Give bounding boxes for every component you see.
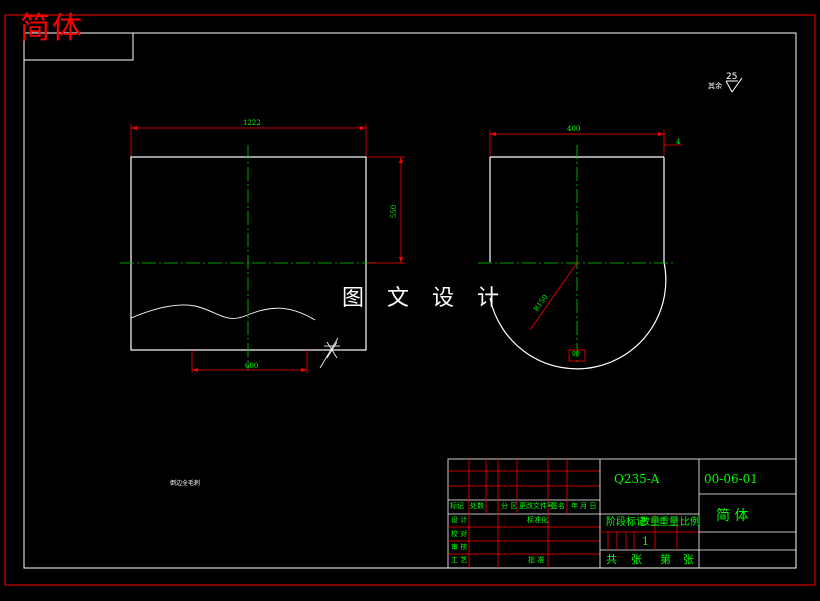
radius-leader [529, 262, 578, 331]
sheet-unit-2: 张 [683, 553, 694, 566]
stage-weight: 重量 [659, 517, 679, 528]
row-process: 工 艺 [451, 556, 468, 564]
stage-ratio: 比例 [680, 517, 700, 528]
shell-rectangle [130, 156, 367, 351]
dim-right-width: 400 [567, 125, 581, 133]
standardization: 标准化 [527, 516, 548, 524]
dim-width: 1222 [243, 119, 261, 127]
hdr-count: 处数 [470, 502, 484, 510]
hdr-mark: 标记 [450, 502, 464, 510]
note-text: 倒边全毛刺 [170, 480, 201, 487]
weld-symbol [319, 337, 340, 369]
sheet-total: 共 [606, 553, 617, 566]
approve: 批 准 [528, 556, 545, 564]
watermark-text: 图 文 设 计 [342, 286, 507, 311]
left-view [120, 124, 405, 373]
dim-bottom: 600 [245, 362, 259, 370]
hdr-sign: 签名 [551, 502, 565, 510]
hdr-change-doc: 更改文件号 [519, 502, 554, 510]
row-check: 校 对 [451, 530, 468, 538]
break-line [130, 304, 316, 321]
hdr-zone: 分 区 [501, 502, 518, 510]
sheet-current: 第 [660, 553, 671, 566]
material: Q235-A [614, 472, 660, 486]
right-view [478, 130, 682, 370]
ratio-value: 1 [642, 535, 649, 548]
corner-title: 简体 [20, 11, 84, 46]
row-review: 审 核 [451, 543, 468, 551]
dim-height: 550 [390, 204, 399, 219]
drawing-number: 00-06-01 [704, 472, 758, 486]
roughness-value: 25 [726, 72, 738, 82]
stage-qty: 数量 [640, 517, 660, 528]
bottom-label: 90 [572, 351, 580, 358]
dim-thickness: 4 [676, 138, 681, 146]
roughness-label: 其余 [708, 82, 722, 90]
hdr-date: 年 月 日 [571, 502, 597, 510]
sheet-unit-1: 张 [631, 553, 642, 566]
part-name: 简 体 [716, 508, 749, 524]
row-design: 设 计 [451, 516, 468, 524]
